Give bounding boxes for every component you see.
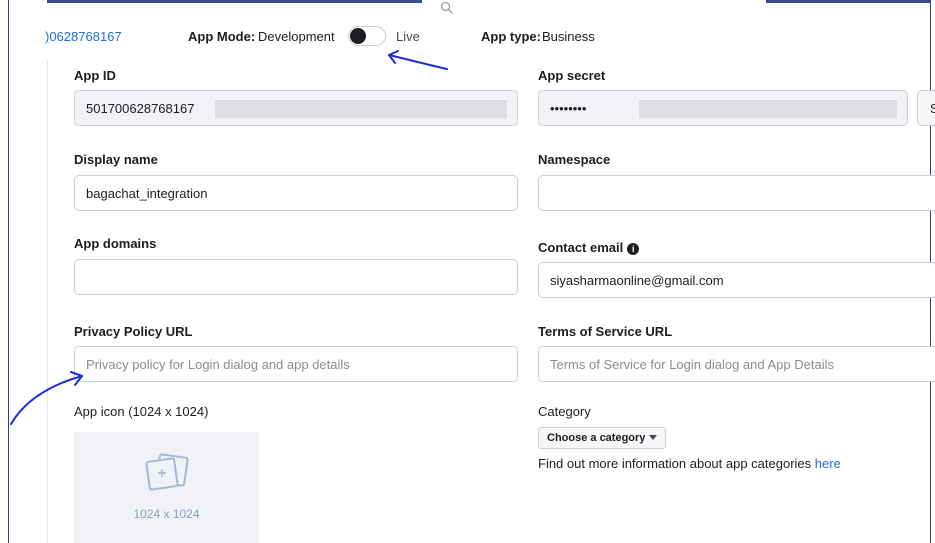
app-icon-size-text: 1024 x 1024 <box>133 507 200 521</box>
terms-of-service-url-input[interactable] <box>538 346 935 382</box>
app-icon-label: App icon (1024 x 1024) <box>74 404 209 419</box>
app-secret-highlight <box>639 100 897 118</box>
display-name-input[interactable] <box>74 175 518 211</box>
namespace-label: Namespace <box>538 152 611 167</box>
app-id-field[interactable]: 501700628768167 <box>74 90 518 126</box>
privacy-policy-url-input[interactable] <box>74 346 518 382</box>
terms-of-service-url-label: Terms of Service URL <box>538 324 673 339</box>
privacy-policy-url-label: Privacy Policy URL <box>74 324 193 339</box>
content-panel-border <box>47 60 48 543</box>
top-nav-strip-right <box>766 0 930 3</box>
app-icon-upload[interactable]: 1024 x 1024 <box>74 432 259 543</box>
app-type-value: Business <box>542 29 595 44</box>
app-mode-label: App Mode: <box>188 29 256 44</box>
contact-email-label: Contact email i <box>538 240 640 255</box>
app-secret-label: App secret <box>538 68 606 83</box>
contact-email-input[interactable] <box>538 262 935 298</box>
app-id-value: 501700628768167 <box>86 101 195 116</box>
app-mode-toggle[interactable] <box>348 26 386 46</box>
image-icon <box>145 453 189 491</box>
show-secret-button[interactable]: S <box>917 90 935 126</box>
category-help-link[interactable]: here <box>815 456 841 471</box>
top-nav-strip-left <box>47 0 422 3</box>
live-label: Live <box>396 29 420 44</box>
caret-down-icon <box>649 435 658 440</box>
category-help-text: Find out more information about app cate… <box>538 456 841 471</box>
display-name-label: Display name <box>74 152 158 167</box>
app-id-label: App ID <box>74 68 116 83</box>
category-label: Category <box>538 404 591 419</box>
app-mode-value: Development <box>258 29 335 44</box>
app-domains-label: App domains <box>74 236 157 251</box>
app-id-highlight <box>215 100 507 118</box>
choose-category-dropdown[interactable]: Choose a category <box>538 427 667 449</box>
annotation-arrow-top <box>388 54 448 70</box>
app-domains-input[interactable] <box>74 259 518 295</box>
contact-email-label-text: Contact email <box>538 240 624 255</box>
app-secret-field[interactable]: •••••••• <box>538 90 908 126</box>
app-header-bar: )0628768167 App Mode: Development Live A… <box>0 18 935 54</box>
app-type-label: App type: <box>481 29 541 44</box>
toggle-knob <box>350 28 366 44</box>
category-help-sentence: Find out more information about app cate… <box>538 456 815 471</box>
app-id-link[interactable]: )0628768167 <box>45 29 122 44</box>
window-frame-left <box>8 0 9 543</box>
namespace-input[interactable] <box>538 175 935 211</box>
search-icon[interactable] <box>440 1 454 15</box>
app-secret-value: •••••••• <box>550 101 587 116</box>
info-icon[interactable]: i <box>627 243 640 255</box>
choose-category-label: Choose a category <box>547 432 646 444</box>
